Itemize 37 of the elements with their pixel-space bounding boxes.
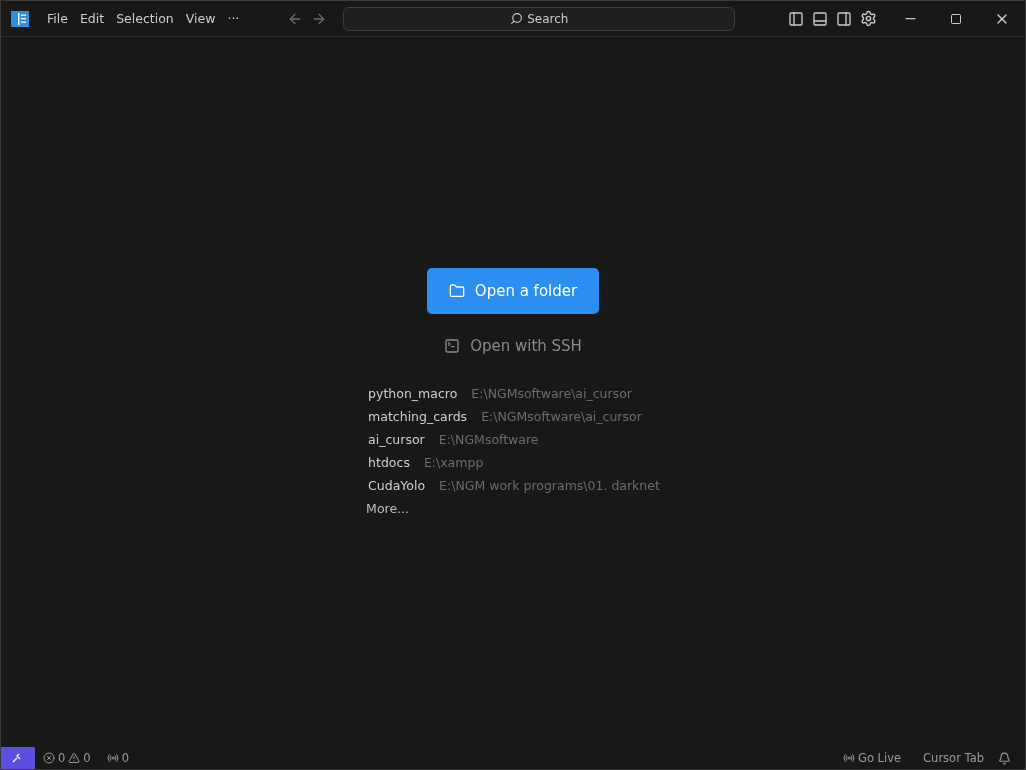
bottom-panel-icon[interactable] <box>812 10 828 27</box>
recent-project-path: E:\xampp <box>423 455 484 470</box>
right-panel-icon[interactable] <box>836 10 852 27</box>
menu-item[interactable]: ··· <box>221 11 246 26</box>
warning-count[interactable]: 0 <box>83 751 91 765</box>
terminal-icon <box>444 338 461 354</box>
recent-project-name[interactable]: ai_cursor <box>368 432 425 447</box>
recent-project-path: E:\NGM work programs\01. darknet <box>439 478 660 493</box>
recent-project-name[interactable]: htdocs <box>368 455 410 470</box>
recent-project-name[interactable]: matching_cards <box>368 409 468 424</box>
settings-icon[interactable] <box>860 10 877 27</box>
ports-count[interactable]: 0 <box>121 751 129 765</box>
folder-icon <box>448 283 465 299</box>
recent-project-name[interactable]: CudaYolo <box>368 478 426 493</box>
menu-item[interactable]: Edit <box>73 11 111 26</box>
app-logo-icon <box>11 10 29 27</box>
menu-item[interactable]: View <box>179 11 222 26</box>
search-field[interactable]: Search <box>343 6 736 31</box>
open-ssh-button[interactable]: Open with SSH <box>438 336 588 356</box>
status-item[interactable]: Cursor Tab <box>923 751 984 765</box>
recent-project-path: E:\NGMsoftware\ai_cursor <box>481 409 642 424</box>
menu-item[interactable]: File <box>41 11 74 26</box>
menu-item[interactable]: Selection <box>110 11 180 26</box>
recent-project-name[interactable]: python_macro <box>368 386 458 401</box>
recent-project-path: E:\NGMsoftware <box>438 432 539 447</box>
search-icon <box>510 12 524 25</box>
error-icon <box>43 752 55 764</box>
antenna-icon <box>106 752 119 764</box>
warning-icon <box>68 752 81 764</box>
broadcast-icon <box>842 752 855 764</box>
status-item[interactable]: Go Live <box>857 751 902 765</box>
left-panel-icon[interactable] <box>788 10 804 27</box>
maximize-icon[interactable] <box>950 12 962 25</box>
notifications-icon[interactable] <box>998 751 1011 765</box>
more-link[interactable]: More... <box>366 501 660 516</box>
recent-project-path: E:\NGMsoftware\ai_cursor <box>471 386 632 401</box>
error-count[interactable]: 0 <box>58 751 66 765</box>
